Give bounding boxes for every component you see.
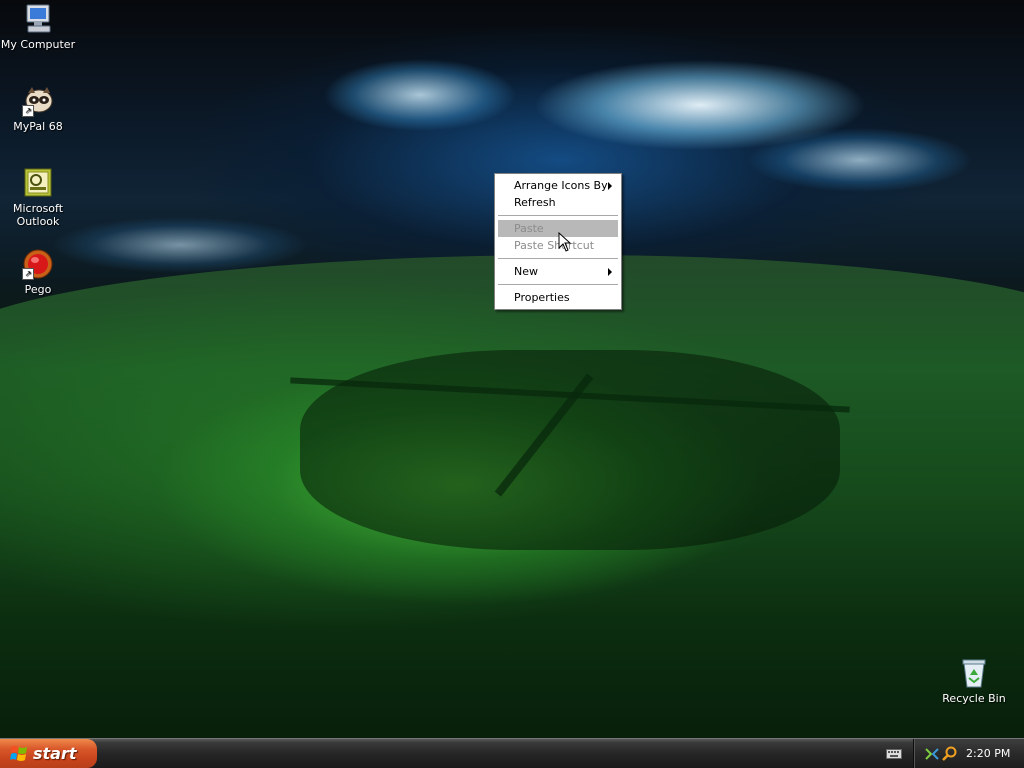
menu-item-label: Refresh <box>514 196 556 209</box>
menu-item-label: New <box>514 265 538 278</box>
desktop-icon-outlook[interactable]: Microsoft Outlook <box>0 167 76 228</box>
outlook-icon <box>22 167 54 199</box>
windows-logo-icon <box>10 746 27 761</box>
menu-item-new[interactable]: New <box>498 263 618 280</box>
desktop-icon-label: Microsoft Outlook <box>12 202 64 228</box>
network-icon[interactable] <box>924 746 940 762</box>
menu-separator <box>498 284 618 285</box>
wallpaper-window-light <box>300 350 840 550</box>
mypal-browser-icon: ↗ <box>22 85 54 117</box>
search-icon[interactable] <box>942 746 958 762</box>
menu-item-arrange-icons-by[interactable]: Arrange Icons By <box>498 177 618 194</box>
recycle-bin-icon <box>958 657 990 689</box>
submenu-arrow-icon <box>608 182 612 190</box>
shortcut-arrow-icon: ↗ <box>22 268 34 280</box>
desktop-icon-label: My Computer <box>0 38 76 51</box>
menu-separator <box>498 258 618 259</box>
system-tray: 2:20 PM <box>913 739 1024 768</box>
menu-item-label: Paste <box>514 222 544 235</box>
start-label: start <box>33 744 77 763</box>
desktop-icon-my-computer[interactable]: My Computer <box>0 3 76 51</box>
taskbar-clock[interactable]: 2:20 PM <box>966 739 1010 768</box>
keyboard-icon[interactable] <box>886 747 902 759</box>
mouse-cursor-icon <box>558 232 572 252</box>
desktop-icon-pego[interactable]: ↗ Pego <box>0 248 76 296</box>
desktop-icon-mypal[interactable]: ↗ MyPal 68 <box>0 85 76 133</box>
pego-icon: ↗ <box>22 248 54 280</box>
desktop-icon-label: Recycle Bin <box>942 692 1006 705</box>
desktop[interactable]: My Computer ↗ MyPal 68 Microsoft Outlook… <box>0 0 1024 738</box>
menu-separator <box>498 215 618 216</box>
desktop-icon-label: Pego <box>24 283 52 296</box>
menu-item-label: Properties <box>514 291 570 304</box>
desktop-icon-label: MyPal 68 <box>13 120 63 133</box>
desktop-icon-recycle-bin[interactable]: Recycle Bin <box>936 657 1012 705</box>
menu-item-label: Paste Shortcut <box>514 239 595 252</box>
my-computer-icon <box>22 3 54 35</box>
menu-item-label: Arrange Icons By <box>514 179 608 192</box>
taskbar: start 2:20 PM <box>0 738 1024 768</box>
menu-item-refresh[interactable]: Refresh <box>498 194 618 211</box>
submenu-arrow-icon <box>608 268 612 276</box>
shortcut-arrow-icon: ↗ <box>22 105 34 117</box>
start-button[interactable]: start <box>0 739 97 768</box>
menu-item-properties[interactable]: Properties <box>498 289 618 306</box>
